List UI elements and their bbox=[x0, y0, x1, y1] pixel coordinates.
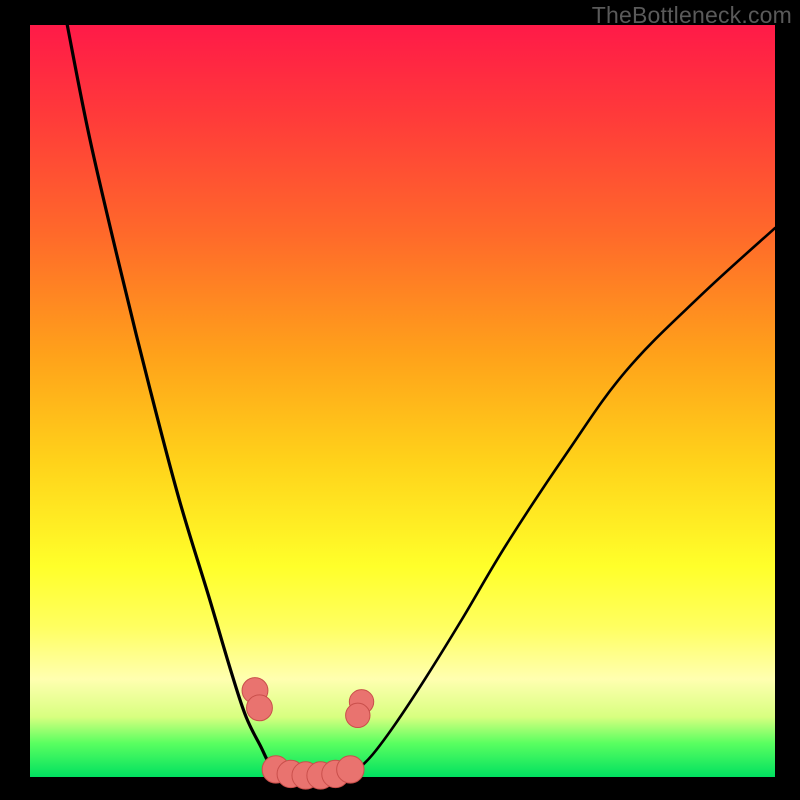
chart-svg bbox=[30, 25, 775, 777]
plot-area bbox=[30, 25, 775, 777]
watermark-text: TheBottleneck.com bbox=[592, 2, 792, 29]
right-marker-lower bbox=[346, 703, 370, 727]
left-marker-lower bbox=[247, 695, 273, 721]
chart-frame: TheBottleneck.com bbox=[0, 0, 800, 800]
right-curve bbox=[350, 228, 775, 777]
left-curve bbox=[67, 25, 291, 777]
bottom-marker-f bbox=[337, 756, 364, 783]
